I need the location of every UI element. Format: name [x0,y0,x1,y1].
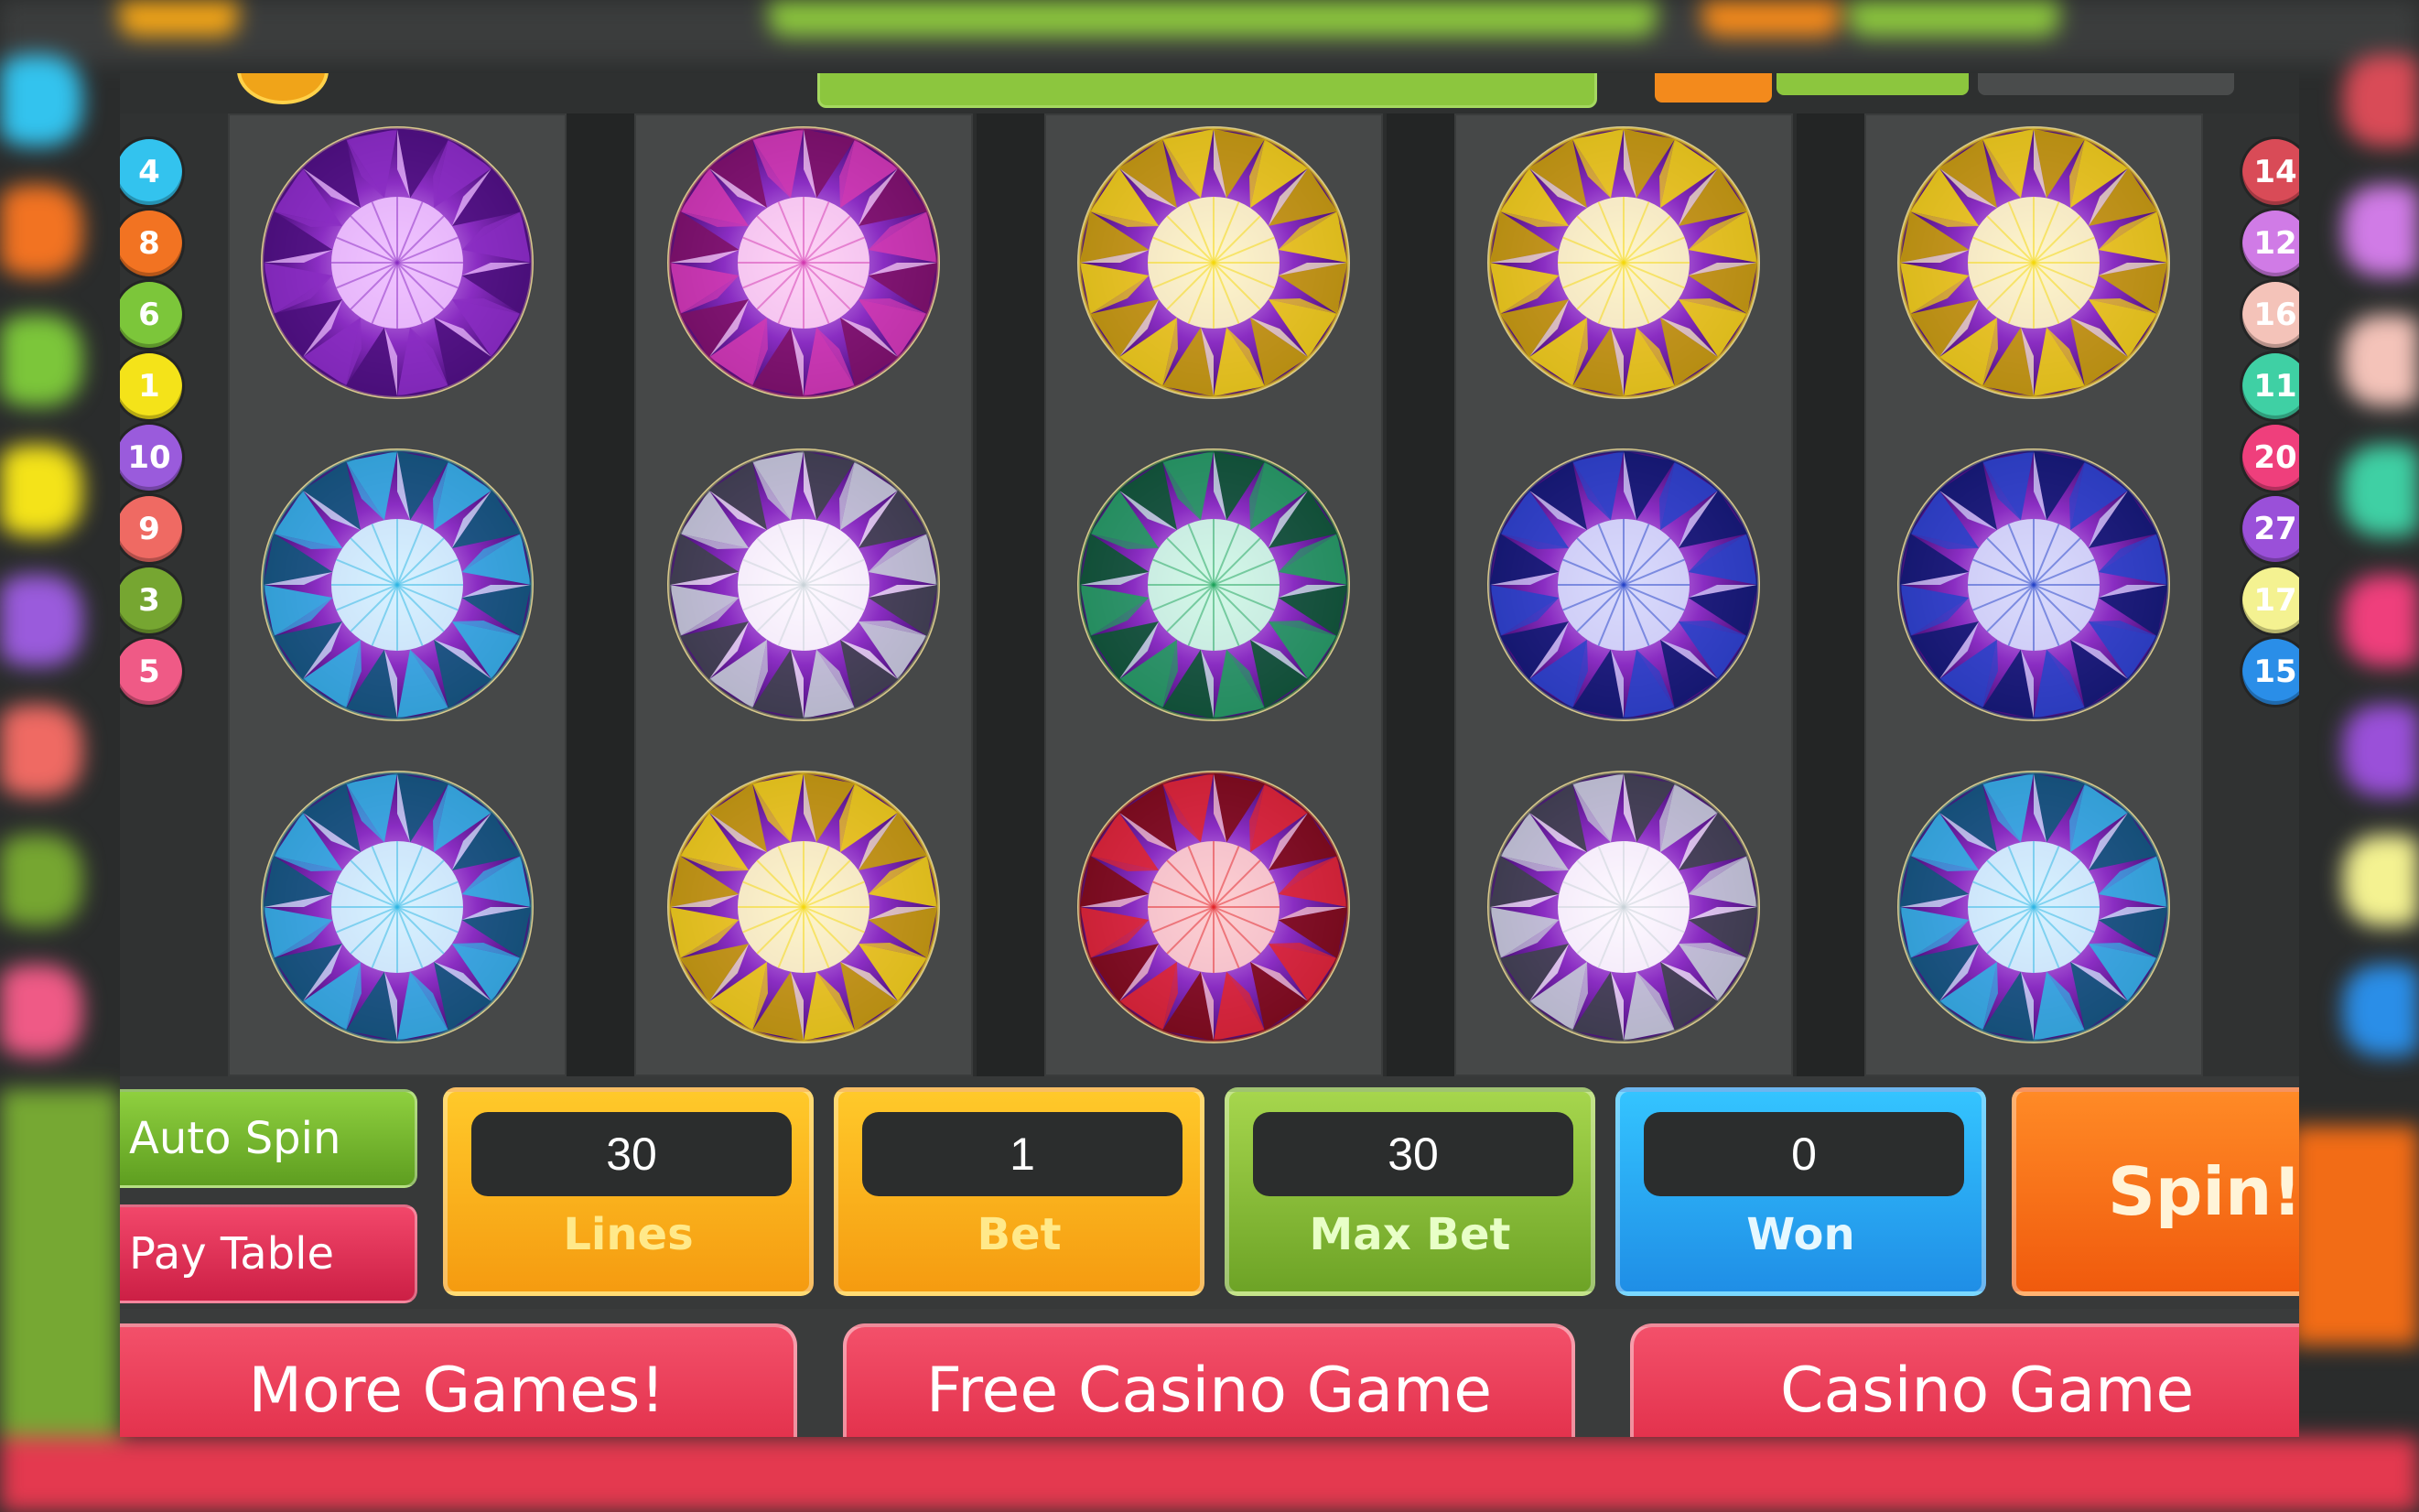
payline-number-left: 5 [120,639,182,705]
payline-number-left: 10 [120,425,182,491]
purple-gem-icon [246,121,548,405]
backdrop-circle [0,965,82,1056]
max-bet-label: Max Bet [1309,1209,1511,1260]
payline-number-left: 3 [120,567,182,633]
reel-5 [1864,113,2203,1076]
bet-selector[interactable]: 1 Bet [834,1087,1204,1296]
left-line-rail: 4 8 6 1 10 9 3 5 [120,113,241,1076]
yellow-gem-icon [1883,121,2185,405]
backdrop-circle [0,705,82,796]
backdrop-circle [2343,965,2419,1056]
cyan-gem-icon [246,443,548,727]
reel-separator [977,113,1044,1076]
payline-number-left: 8 [120,211,182,276]
backdrop-left-circles [0,55,82,1153]
white-gem-icon [1473,765,1775,1049]
blue-gem-icon [1883,443,2185,727]
top-green-indicator [1776,73,1969,95]
level-progress-bar [817,73,1597,108]
payline-number-right: 16 [2242,282,2299,348]
spin-button[interactable]: Spin! [2012,1087,2299,1296]
cyan-gem-icon [1883,765,2185,1049]
casino-game-button[interactable]: Casino Game [1630,1323,2299,1437]
payline-number-left: 9 [120,496,182,562]
pay-table-button[interactable]: Pay Table [120,1204,417,1303]
yellow-gem-icon [653,765,955,1049]
reel-4 [1454,113,1793,1076]
reel-area: 4 8 6 1 10 9 3 5 14 12 16 11 20 27 17 15 [120,113,2299,1076]
backdrop-right-circles [2343,55,2419,1153]
reel-3 [1044,113,1383,1076]
control-bar: Auto Spin Pay Table 30 Lines 1 Bet 30 Ma… [120,1076,2299,1309]
auto-spin-button[interactable]: Auto Spin [120,1089,417,1188]
backdrop-orange-bar [1702,0,1840,37]
payline-number-right: 27 [2242,496,2299,562]
cyan-gem-icon [246,765,548,1049]
payline-number-right: 14 [2242,139,2299,205]
won-label: Won [1746,1209,1855,1260]
payline-number-left: 6 [120,282,182,348]
backdrop-circle [0,185,82,276]
max-bet-button[interactable]: 30 Max Bet [1225,1087,1595,1296]
backdrop-left-strip [0,1089,119,1437]
reel-separator [1387,113,1454,1076]
coin-icon [237,73,329,104]
more-games-button[interactable]: More Games! [120,1323,797,1437]
top-grey-indicator [1978,73,2234,95]
payline-number-left: 4 [120,139,182,205]
backdrop-right-strip [2291,1126,2419,1345]
top-status-bar [120,73,2299,113]
backdrop-circle [0,445,82,536]
backdrop-coin [119,0,238,37]
backdrop-circle [0,55,82,146]
backdrop-circle [2343,55,2419,146]
yellow-gem-icon [1063,121,1365,405]
reel-2 [634,113,973,1076]
free-casino-game-button[interactable]: Free Casino Game [843,1323,1575,1437]
backdrop-circle [2343,705,2419,796]
payline-number-right: 15 [2242,639,2299,705]
yellow-gem-icon [1473,121,1775,405]
backdrop-bottom [0,1437,2419,1512]
won-value: 0 [1644,1112,1964,1196]
backdrop-circle [2343,575,2419,666]
backdrop-circle [0,835,82,926]
payline-number-right: 12 [2242,211,2299,276]
payline-number-left: 1 [120,353,182,419]
lines-selector[interactable]: 30 Lines [443,1087,814,1296]
red-gem-icon [1063,765,1365,1049]
won-display: 0 Won [1615,1087,1986,1296]
blue-gem-icon [1473,443,1775,727]
top-orange-indicator [1655,73,1772,103]
green-gem-icon [1063,443,1365,727]
payline-number-right: 17 [2242,567,2299,633]
max-bet-value: 30 [1253,1112,1573,1196]
promo-row: More Games! Free Casino Game Casino Game [120,1309,2299,1437]
bet-value: 1 [862,1112,1183,1196]
white-gem-icon [653,443,955,727]
bet-label: Bet [977,1209,1062,1260]
backdrop-circle [2343,445,2419,536]
reel-separator [567,113,634,1076]
backdrop-circle [2343,315,2419,406]
reel-1 [228,113,567,1076]
backdrop-circle [0,315,82,406]
payline-number-right: 20 [2242,425,2299,491]
payline-number-right: 11 [2242,353,2299,419]
slot-game-panel: 486110935 1412161120271715 [120,73,2299,1437]
lines-label: Lines [563,1209,694,1260]
reel-separator [1797,113,1864,1076]
backdrop-circle [2343,835,2419,926]
lines-value: 30 [471,1112,792,1196]
backdrop-level-bar [769,0,1657,37]
backdrop-green-bar [1849,0,2059,37]
backdrop-circle [2343,185,2419,276]
backdrop-circle [0,575,82,666]
pink-gem-icon [653,121,955,405]
